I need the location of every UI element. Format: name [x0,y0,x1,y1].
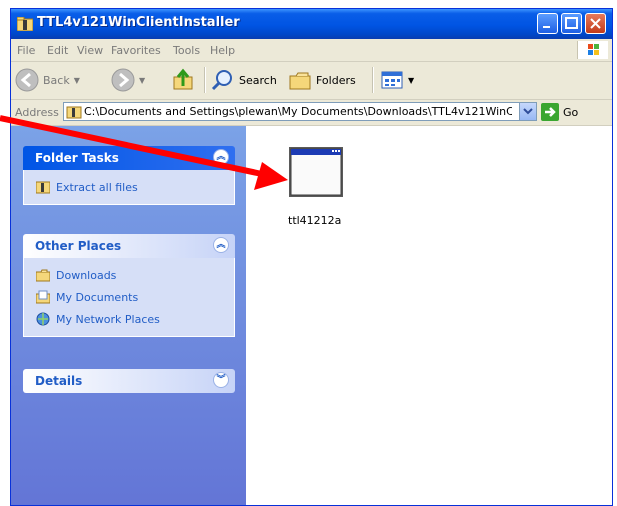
go-label: Go [563,105,579,119]
folders-button[interactable]: Folders [288,66,356,94]
toolbar: Back ▼ ▼ Search Folders ▼ [11,61,612,100]
back-dropdown-icon[interactable]: ▼ [74,76,80,85]
application-window-icon [289,147,343,197]
zip-folder-icon [17,17,33,31]
menu-file[interactable]: File [17,44,35,57]
windows-flag-icon [588,44,599,55]
go-arrow-icon [541,103,559,121]
back-button[interactable]: Back ▼ [15,66,80,94]
other-places-panel: Other Places ︽ Downloads My Documents My… [23,234,235,337]
other-places-title: Other Places [35,239,122,253]
views-button[interactable]: ▼ [380,66,414,94]
my-network-places-label: My Network Places [56,312,160,326]
address-text: C:\Documents and Settings\plewan\My Docu… [84,105,512,118]
chevron-down-icon [523,108,533,115]
file-name[interactable]: ttl41212a [288,214,341,227]
address-input[interactable]: C:\Documents and Settings\plewan\My Docu… [63,102,537,121]
search-label: Search [239,73,277,87]
window-title: TTL4v121WinClientInstaller [37,15,240,30]
extract-all-files-label: Extract all files [56,180,138,194]
details-title: Details [35,374,83,388]
other-places-header[interactable]: Other Places ︽ [23,234,235,258]
back-arrow-icon [15,68,39,92]
file-list-area: ttl41212a [246,126,612,505]
forward-arrow-icon [111,68,135,92]
menu-help[interactable]: Help [210,44,235,57]
downloads-label: Downloads [56,268,117,282]
address-label: Address [15,106,59,119]
details-panel: Details ︾ [23,369,235,393]
search-button[interactable]: Search [211,66,277,94]
up-folder-icon [173,68,193,90]
explorer-window: TTL4v121WinClientInstaller File Edit Vie… [10,8,613,506]
extract-all-files-link[interactable]: Extract all files [36,176,234,198]
folder-tasks-title: Folder Tasks [35,151,119,165]
maximize-button[interactable] [561,13,582,34]
folders-label: Folders [316,73,356,87]
my-network-places-link[interactable]: My Network Places [36,308,234,330]
toolbar-separator [204,67,205,93]
my-documents-label: My Documents [56,290,139,304]
menu-edit[interactable]: Edit [47,44,68,57]
minimize-icon [543,26,550,28]
collapse-icon[interactable]: ︽ [213,237,229,253]
search-icon [211,70,232,91]
title-bar[interactable]: TTL4v121WinClientInstaller [11,9,612,39]
network-places-icon [36,312,50,326]
toolbar-separator [372,67,373,93]
folder-tasks-header[interactable]: Folder Tasks ︽ [23,146,235,170]
downloads-link[interactable]: Downloads [36,264,234,286]
forward-button[interactable]: ▼ [111,66,145,94]
collapse-icon[interactable]: ︽ [213,149,229,165]
folder-tasks-body: Extract all files [23,170,235,205]
close-icon [590,18,601,29]
views-icon [381,71,403,89]
back-label: Back [43,73,70,87]
menu-view[interactable]: View [77,44,103,57]
address-dropdown-button[interactable] [519,103,536,120]
menu-tools[interactable]: Tools [173,44,200,57]
folders-icon [289,72,311,90]
address-bar: Address C:\Documents and Settings\plewan… [11,99,612,126]
folder-tasks-panel: Folder Tasks ︽ Extract all files [23,146,235,205]
go-button[interactable]: Go [541,103,578,121]
menu-bar: File Edit View Favorites Tools Help [11,39,612,62]
details-header[interactable]: Details ︾ [23,369,235,393]
my-documents-link[interactable]: My Documents [36,286,234,308]
other-places-body: Downloads My Documents My Network Places [23,258,235,337]
menu-favorites[interactable]: Favorites [111,44,161,57]
folder-icon [36,269,50,282]
minimize-button[interactable] [537,13,558,34]
close-button[interactable] [585,13,606,34]
windows-logo [577,41,608,59]
views-dropdown-icon[interactable]: ▼ [408,76,414,85]
my-documents-icon [36,290,50,304]
maximize-icon [565,17,578,29]
expand-icon[interactable]: ︾ [213,372,229,388]
task-pane: Folder Tasks ︽ Extract all files Other P… [11,126,246,505]
zip-folder-icon [36,181,50,194]
up-button[interactable] [171,66,195,94]
forward-dropdown-icon[interactable]: ▼ [139,76,145,85]
file-item[interactable] [288,146,358,203]
zip-folder-icon [66,106,82,119]
